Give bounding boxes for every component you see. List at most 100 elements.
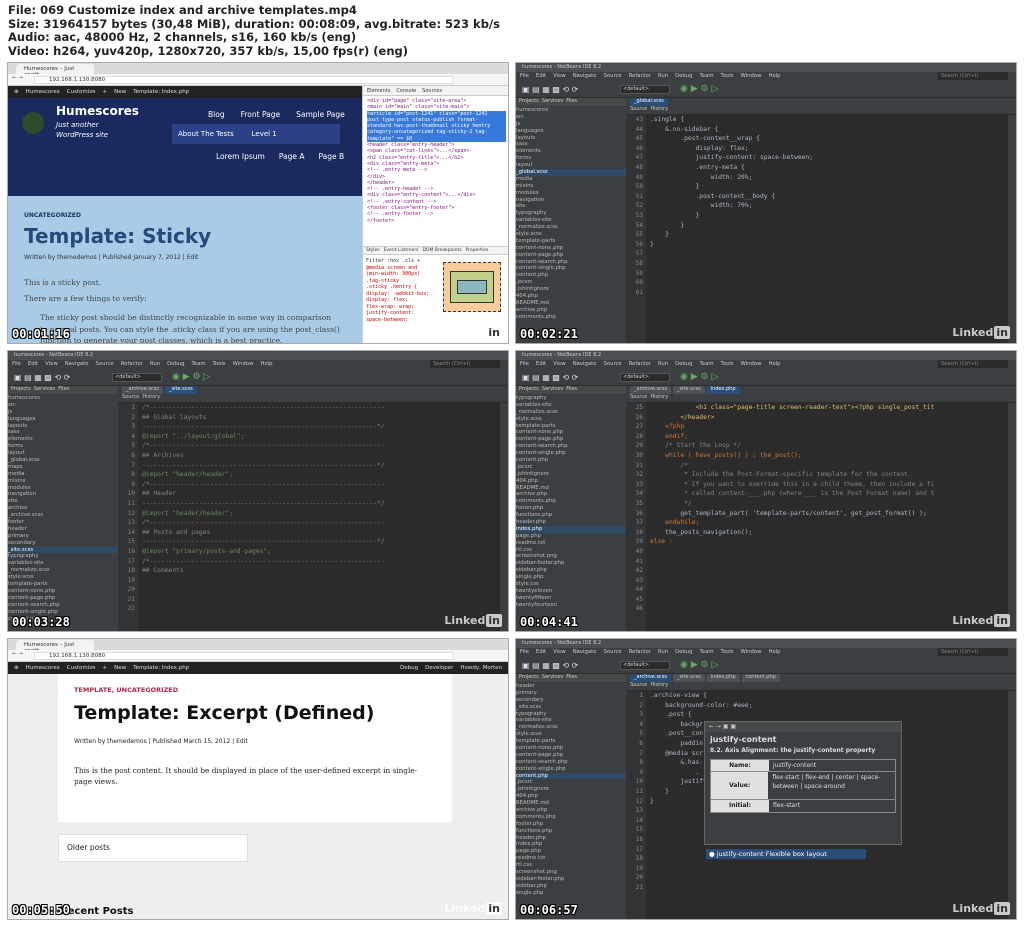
- menu-source[interactable]: Source: [603, 361, 621, 368]
- devtools-tab-elements[interactable]: Elements: [367, 88, 390, 94]
- menu-file[interactable]: File: [12, 361, 21, 368]
- tab-services[interactable]: Services: [34, 386, 55, 392]
- menu-edit[interactable]: Edit: [536, 73, 546, 80]
- site-title[interactable]: Humescores: [56, 104, 139, 118]
- menu-navigate[interactable]: Navigate: [573, 361, 597, 368]
- menu-tools[interactable]: Tools: [213, 361, 226, 368]
- menu-run[interactable]: Run: [150, 361, 160, 368]
- menu-file[interactable]: File: [520, 73, 529, 80]
- menu-help[interactable]: Help: [260, 361, 272, 368]
- file-tab[interactable]: _archive.scss: [630, 386, 672, 394]
- dom-node-selected[interactable]: category-uncategorized tag-sticky-2 tag-: [367, 129, 506, 136]
- tab-properties[interactable]: Properties: [466, 248, 489, 253]
- menu-run[interactable]: Run: [658, 73, 668, 80]
- menu-debug[interactable]: Debug: [675, 361, 692, 368]
- devtools-tab-sources[interactable]: Sources: [422, 88, 442, 94]
- tab-files[interactable]: Files: [566, 386, 577, 392]
- menu-debug[interactable]: Debug: [675, 649, 692, 656]
- tab-files[interactable]: Files: [566, 98, 577, 104]
- menu-navigate[interactable]: Navigate: [65, 361, 89, 368]
- ide-search-input[interactable]: Search (Ctrl+I): [938, 648, 1008, 656]
- menu-refactor[interactable]: Refactor: [629, 73, 651, 80]
- config-select[interactable]: <default>: [620, 373, 670, 382]
- editor-scrollbar[interactable]: [1008, 403, 1016, 631]
- tab-projects[interactable]: Projects: [519, 674, 539, 680]
- code-editor[interactable]: .single { &.no-sidebar { .post-content__…: [646, 115, 1008, 343]
- toolbar-icons[interactable]: ▣ ▤ ▦ ▩ ⟲ ⟳: [14, 373, 70, 382]
- admin-template[interactable]: Template: Index.php: [133, 89, 189, 95]
- menu-tools[interactable]: Tools: [721, 73, 734, 80]
- source-tab[interactable]: Source: [630, 682, 647, 688]
- tab-services[interactable]: Services: [542, 98, 563, 104]
- menu-window[interactable]: Window: [741, 361, 762, 368]
- file-tab[interactable]: index.php: [706, 674, 740, 682]
- code-editor[interactable]: /*--------------------------------------…: [138, 403, 500, 631]
- menu-team[interactable]: Team: [700, 73, 714, 80]
- admin-new[interactable]: New: [114, 89, 126, 95]
- history-tab[interactable]: History: [650, 394, 668, 400]
- menu-debug[interactable]: Debug: [675, 73, 692, 80]
- menu-debug[interactable]: Debug: [167, 361, 184, 368]
- browser-tab[interactable]: Humescores – Just anoth...: [16, 640, 94, 654]
- ide-search-input[interactable]: Search (Ctrl+I): [938, 72, 1008, 80]
- devtools-tab-console[interactable]: Console: [396, 88, 416, 94]
- menu-navigate[interactable]: Navigate: [573, 649, 597, 656]
- file-tab[interactable]: _archive.scss: [122, 386, 164, 394]
- menu-refactor[interactable]: Refactor: [121, 361, 143, 368]
- tab-event-listeners[interactable]: Event Listeners: [384, 248, 419, 253]
- history-tab[interactable]: History: [650, 682, 668, 688]
- menu-view[interactable]: View: [553, 73, 566, 80]
- ide-search-input[interactable]: Search (Ctrl+I): [938, 360, 1008, 368]
- run-icons[interactable]: ◉ ▶ ⚙ ▷: [680, 660, 718, 670]
- nav-lorem[interactable]: Lorem Ipsum: [216, 152, 265, 161]
- nav-sample-page[interactable]: Sample Page: [296, 110, 345, 119]
- post-category[interactable]: UNCATEGORIZED: [24, 212, 81, 219]
- run-icons[interactable]: ◉ ▶ ⚙ ▷: [680, 372, 718, 382]
- history-tab[interactable]: History: [650, 106, 668, 112]
- url-input[interactable]: 192.168.1.130:8080: [34, 76, 454, 84]
- admin-site[interactable]: Humescores: [26, 89, 60, 95]
- tab-projects[interactable]: Projects: [11, 386, 31, 392]
- tab-files[interactable]: Files: [566, 674, 577, 680]
- menu-refactor[interactable]: Refactor: [629, 649, 651, 656]
- file-tab-active[interactable]: index.php: [706, 386, 740, 394]
- menu-source[interactable]: Source: [603, 73, 621, 80]
- editor-scrollbar[interactable]: [1008, 115, 1016, 343]
- file-tab[interactable]: _global.scss: [630, 98, 668, 106]
- menu-edit[interactable]: Edit: [28, 361, 38, 368]
- style-decl[interactable]: space-between;: [366, 317, 436, 324]
- completion-item[interactable]: ● justify-content Flexible box layout: [706, 849, 866, 859]
- source-tab[interactable]: Source: [122, 394, 139, 400]
- admin-site[interactable]: Humescores: [26, 665, 60, 671]
- menu-file[interactable]: File: [520, 649, 529, 656]
- popup-toolbar[interactable]: ← → ▣ ▣: [705, 722, 901, 732]
- admin-howdy[interactable]: Howdy, Morten: [460, 665, 502, 671]
- wp-logo-icon[interactable]: ⊕: [14, 665, 19, 671]
- ide-search-input[interactable]: Search (Ctrl+I): [430, 360, 500, 368]
- nav-front-page[interactable]: Front Page: [241, 110, 281, 119]
- editor-scrollbar[interactable]: [1008, 691, 1016, 919]
- admin-developer[interactable]: Developer: [425, 665, 453, 671]
- source-tab[interactable]: Source: [630, 394, 647, 400]
- menu-window[interactable]: Window: [741, 73, 762, 80]
- run-icons[interactable]: ◉ ▶ ⚙ ▷: [680, 84, 718, 94]
- menu-window[interactable]: Window: [741, 649, 762, 656]
- admin-plus[interactable]: +: [103, 665, 108, 671]
- file-tab[interactable]: content.php: [741, 674, 780, 682]
- admin-debug[interactable]: Debug: [400, 665, 418, 671]
- file-tab-active[interactable]: _site.scss: [165, 386, 197, 394]
- menu-tools[interactable]: Tools: [721, 649, 734, 656]
- history-tab[interactable]: History: [142, 394, 160, 400]
- menu-source[interactable]: Source: [603, 649, 621, 656]
- post-category[interactable]: TEMPLATE, UNCATEGORIZED: [74, 686, 178, 694]
- menu-run[interactable]: Run: [658, 361, 668, 368]
- menu-view[interactable]: View: [45, 361, 58, 368]
- file-tab-active[interactable]: _archive.scss: [630, 674, 672, 682]
- editor-scrollbar[interactable]: [500, 403, 508, 631]
- toolbar-icons[interactable]: ▣ ▤ ▦ ▩ ⟲ ⟳: [522, 661, 578, 670]
- config-select[interactable]: <default>: [620, 85, 670, 94]
- config-select[interactable]: <default>: [112, 373, 162, 382]
- nav-blog[interactable]: Blog: [208, 110, 225, 119]
- dom-node[interactable]: </footer>: [367, 218, 506, 224]
- menu-edit[interactable]: Edit: [536, 361, 546, 368]
